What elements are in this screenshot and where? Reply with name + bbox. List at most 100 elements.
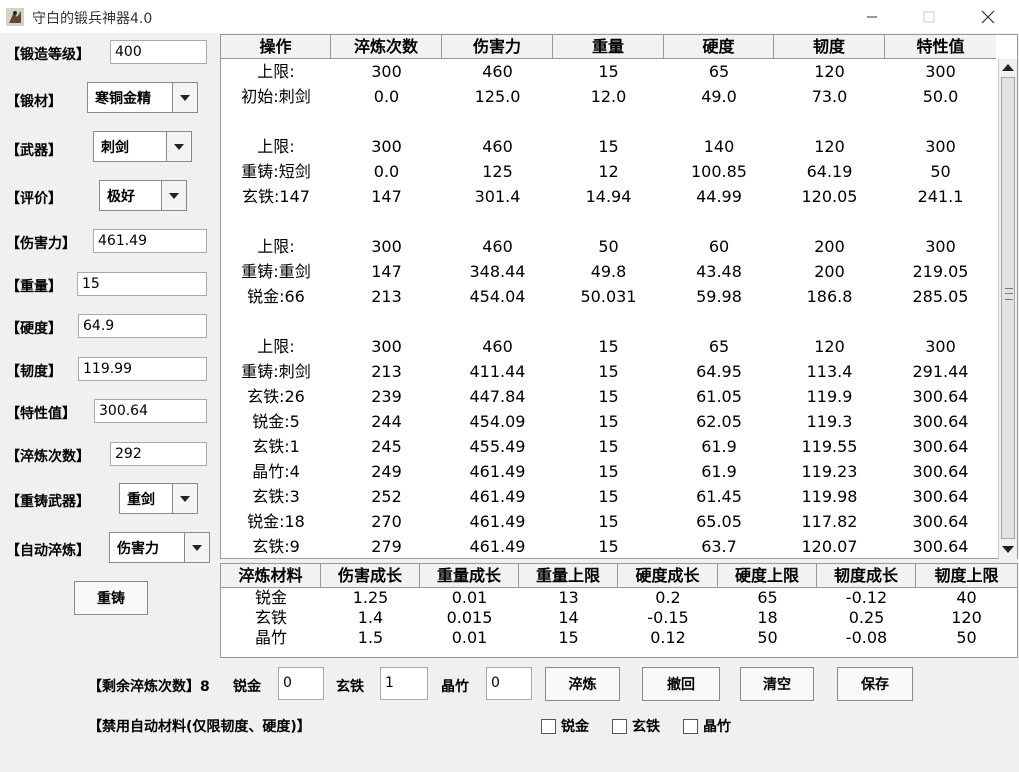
table-cell: 461.49 [469, 487, 526, 506]
maximize-button[interactable] [905, 0, 953, 33]
column-header[interactable]: 韧度 [774, 35, 885, 59]
material-row[interactable]: 晶竹 1.5 0.01 15 0.12 50 -0.08 50 [221, 628, 1017, 648]
form-label-11: 【自动淬炼】 [6, 543, 90, 559]
table-cell: 119.55 [801, 437, 858, 456]
table-row[interactable] [221, 309, 996, 334]
scroll-up-icon[interactable] [1002, 64, 1014, 71]
table-cell: 461.49 [469, 537, 526, 556]
minimize-icon [867, 16, 877, 17]
table-cell: 147 [371, 262, 402, 281]
table-cell [885, 209, 996, 234]
table-cell: 455.49 [469, 437, 526, 456]
table-cell: 200 [814, 237, 845, 256]
ruijin-count-input[interactable]: 0 [278, 667, 324, 700]
material-column-header: 重量成长 [420, 564, 519, 588]
form-field-5[interactable]: 15 [77, 272, 207, 296]
xuantie-count-input[interactable]: 1 [380, 667, 428, 700]
checkbox-box[interactable] [683, 718, 698, 734]
dropdown-arrow-button[interactable] [166, 132, 191, 161]
table-cell: 44.99 [696, 187, 742, 206]
table-row[interactable]: 上限: 300 460 15 65 120 300 [221, 334, 996, 359]
recast-button[interactable]: 重铸 [74, 581, 148, 615]
table-row[interactable]: 锐金:18 270 461.49 15 65.05 117.82 300.64 [221, 509, 996, 534]
scroll-down-icon[interactable] [1002, 546, 1014, 553]
table-cell: 0.0 [373, 87, 400, 106]
table-cell: 300 [371, 237, 402, 256]
form-combo-2[interactable]: 刺剑 [93, 131, 192, 162]
table-cell: 73.0 [811, 87, 848, 106]
table-cell: 65 [708, 62, 730, 81]
form-combo-10[interactable]: 重剑 [119, 483, 198, 514]
table-row[interactable]: 玄铁:3 252 461.49 15 61.45 119.98 300.64 [221, 484, 996, 509]
table-row[interactable]: 玄铁:26 239 447.84 15 61.05 119.9 300.64 [221, 384, 996, 409]
column-header[interactable]: 特性值 [885, 35, 996, 59]
column-header[interactable]: 伤害力 [442, 35, 553, 59]
jingzhu-count-input[interactable]: 0 [486, 667, 532, 700]
form-combo-11[interactable]: 伤害力 [109, 532, 210, 563]
column-header[interactable]: 硬度 [664, 35, 774, 59]
table-row[interactable]: 重铸:短剑 0.0 125 12 100.85 64.19 50 [221, 159, 996, 184]
disable-xuantie-checkbox[interactable]: 玄铁 [612, 716, 660, 736]
table-cell: 119.23 [801, 462, 858, 481]
minimize-button[interactable] [848, 0, 896, 33]
dropdown-arrow-button[interactable] [184, 533, 209, 562]
history-table-scrollbar[interactable] [998, 59, 1017, 559]
material-row[interactable]: 锐金 1.25 0.01 13 0.2 65 -0.12 40 [221, 588, 1017, 608]
table-row[interactable]: 玄铁:147 147 301.4 14.94 44.99 120.05 241.1 [221, 184, 996, 209]
form-field-7[interactable]: 119.99 [78, 357, 207, 381]
history-table-header: 操作 淬炼次数 伤害力 重量 硬度 韧度 特性值 [221, 35, 996, 59]
table-row[interactable]: 晶竹:4 249 461.49 15 61.9 119.23 300.64 [221, 459, 996, 484]
undo-button[interactable]: 撤回 [642, 667, 720, 701]
table-row[interactable]: 上限: 300 460 50 60 200 300 [221, 234, 996, 259]
checkbox-box[interactable] [612, 718, 627, 734]
column-header[interactable]: 重量 [553, 35, 664, 59]
form-field-0[interactable]: 400 [110, 40, 207, 64]
form-combo-1[interactable]: 寒铜金精 [87, 82, 198, 113]
table-row[interactable]: 锐金:66 213 454.04 50.031 59.98 186.8 285.05 [221, 284, 996, 309]
table-cell [885, 109, 996, 134]
column-header[interactable]: 操作 [221, 35, 331, 59]
table-row[interactable]: 初始:刺剑 0.0 125.0 12.0 49.0 73.0 50.0 [221, 84, 996, 109]
scroll-thumb[interactable] [1001, 77, 1015, 539]
form-label-6: 【硬度】 [6, 321, 62, 337]
table-row[interactable] [221, 209, 996, 234]
table-cell: 461.49 [469, 462, 526, 481]
table-cell: 12.0 [590, 87, 627, 106]
clear-button[interactable]: 清空 [740, 667, 814, 701]
table-row[interactable]: 玄铁:1 245 455.49 15 61.9 119.55 300.64 [221, 434, 996, 459]
table-row[interactable]: 重铸:刺剑 213 411.44 15 64.95 113.4 291.44 [221, 359, 996, 384]
temper-button[interactable]: 淬炼 [545, 667, 620, 701]
form-field-6[interactable]: 64.9 [78, 314, 207, 338]
table-row[interactable]: 上限: 300 460 15 140 120 300 [221, 134, 996, 159]
table-cell: 252 [371, 487, 402, 506]
material-row[interactable]: 玄铁 1.4 0.015 14 -0.15 18 0.25 120 [221, 608, 1017, 628]
table-row[interactable] [221, 109, 996, 134]
dropdown-arrow-button[interactable] [172, 83, 197, 112]
dropdown-arrow-icon [180, 495, 190, 502]
table-cell: 15 [598, 337, 619, 356]
table-cell: 219.05 [912, 262, 969, 281]
dropdown-arrow-button[interactable] [161, 181, 186, 210]
form-field-9[interactable]: 292 [110, 442, 207, 466]
dropdown-arrow-button[interactable] [172, 484, 197, 513]
form-combo-3[interactable]: 极好 [99, 180, 187, 211]
disable-jingzhu-checkbox[interactable]: 晶竹 [683, 716, 731, 736]
table-cell: 15 [598, 487, 619, 506]
save-button[interactable]: 保存 [837, 667, 913, 701]
close-button[interactable] [964, 0, 1012, 33]
form-field-4[interactable]: 461.49 [93, 229, 207, 253]
table-row[interactable]: 玄铁:9 279 461.49 15 63.7 120.07 300.64 [221, 534, 996, 559]
table-cell: 50 [930, 162, 951, 181]
table-row[interactable]: 锐金:5 244 454.09 15 62.05 119.3 300.64 [221, 409, 996, 434]
table-row[interactable]: 重铸:重剑 147 348.44 49.8 43.48 200 219.05 [221, 259, 996, 284]
table-row[interactable]: 上限: 300 460 15 65 120 300 [221, 59, 996, 84]
table-cell: 120 [814, 62, 845, 81]
disable-ruijin-checkbox[interactable]: 锐金 [541, 716, 589, 736]
form-field-8[interactable]: 300.64 [94, 399, 207, 423]
table-cell [221, 109, 331, 134]
dropdown-arrow-icon [174, 143, 184, 150]
table-cell: 15 [598, 387, 619, 406]
combo-value: 重剑 [127, 492, 155, 508]
column-header[interactable]: 淬炼次数 [331, 35, 442, 59]
checkbox-box[interactable] [541, 718, 556, 734]
